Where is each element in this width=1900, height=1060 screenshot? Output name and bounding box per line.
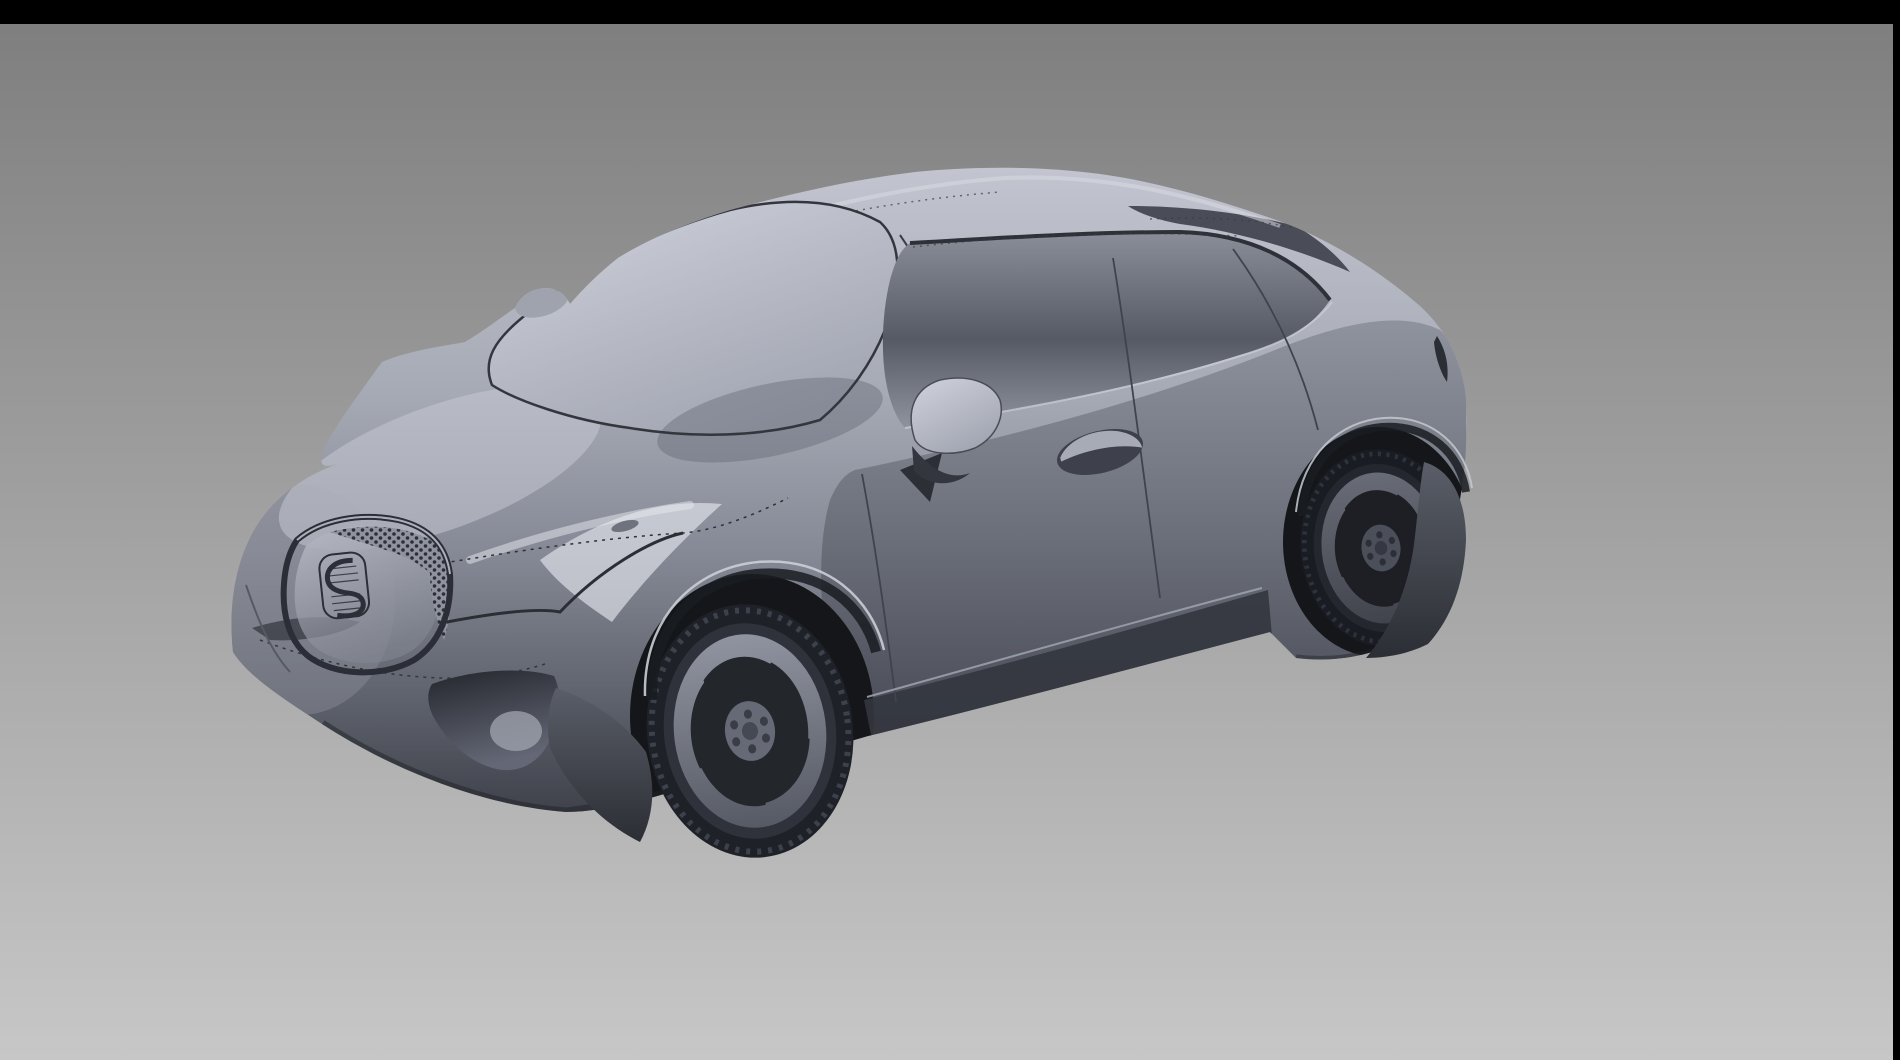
top-black-bar [0, 0, 1900, 24]
fog-lamp [490, 711, 542, 751]
application-window [0, 0, 1900, 1060]
right-black-bar [1893, 0, 1900, 1060]
viewport-canvas[interactable] [0, 0, 1900, 1060]
